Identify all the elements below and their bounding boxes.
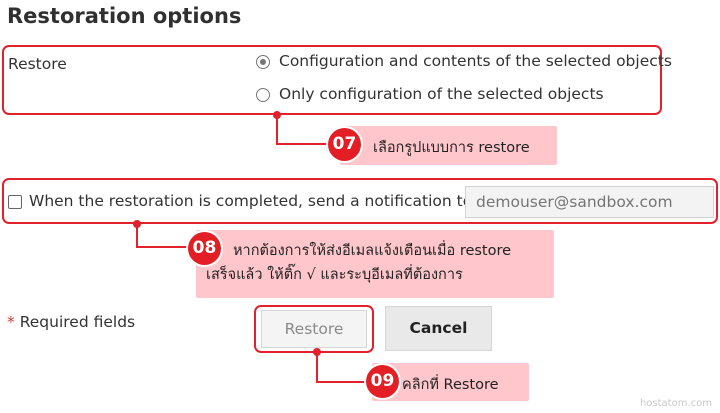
notification-email-input[interactable] <box>465 186 714 218</box>
watermark: hostatom.com <box>639 398 712 409</box>
notification-label[interactable]: When the restoration is completed, send … <box>29 192 472 210</box>
callout-08-line-v <box>136 224 138 247</box>
callout-09-badge: 09 <box>366 365 399 398</box>
callout-09-line-v <box>316 352 318 382</box>
callout-07-badge: 07 <box>328 128 361 161</box>
callout-07-line-h <box>276 143 336 145</box>
callout-09-text: คลิกที่ Restore <box>402 377 499 393</box>
callout-09-line-h <box>316 381 366 383</box>
radio-only-configuration[interactable] <box>256 88 270 102</box>
radio-only-configuration-label[interactable]: Only configuration of the selected objec… <box>279 85 604 103</box>
callout-07-text: เลือกรูปแบบการ restore <box>373 140 530 156</box>
required-fields-note: * Required fields <box>7 313 135 331</box>
required-star: * <box>7 313 15 331</box>
callout-07-line-v <box>276 115 278 144</box>
callout-08-badge: 08 <box>188 232 221 265</box>
callout-07: เลือกรูปแบบการ restore <box>340 126 557 165</box>
callout-08: หากต้องการให้ส่งอีเมลแจ้งเตือนเมื่อ rest… <box>196 230 554 298</box>
callout-08-line1: หากต้องการให้ส่งอีเมลแจ้งเตือนเมื่อ rest… <box>233 243 512 259</box>
radio-configuration-and-contents-label[interactable]: Configuration and contents of the select… <box>279 52 672 70</box>
cancel-button[interactable]: Cancel <box>385 306 492 351</box>
callout-08-line-h <box>136 246 192 248</box>
page-title: Restoration options <box>7 4 242 28</box>
required-fields-text: Required fields <box>19 313 136 331</box>
notification-checkbox[interactable] <box>8 195 22 209</box>
restore-label: Restore <box>8 55 67 73</box>
radio-configuration-and-contents[interactable] <box>256 55 270 69</box>
restore-button[interactable]: Restore <box>261 310 367 348</box>
callout-08-line2: เสร็จแล้ว ให้ติ๊ก √ และระบุอีเมลที่ต้องก… <box>206 267 463 283</box>
